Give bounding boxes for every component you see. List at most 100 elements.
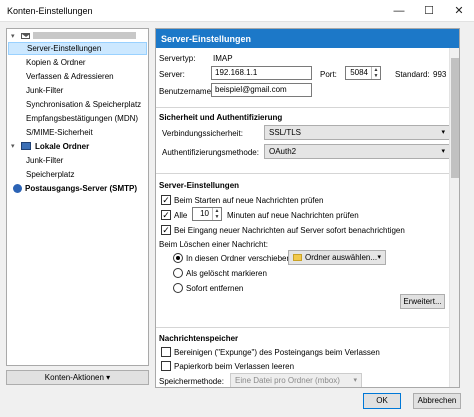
tree-item-smtp[interactable]: Postausgangs-Server (SMTP): [25, 182, 137, 195]
check-every-checkbox[interactable]: ✓: [161, 210, 171, 220]
tree-item-label: Postausgangs-Server (SMTP): [25, 184, 138, 193]
local-folders-icon: [21, 142, 31, 150]
default-port-label: Standard:: [395, 70, 430, 79]
check-on-start-checkbox[interactable]: ✓: [161, 195, 171, 205]
interval-stepper[interactable]: 10 ▲ ▼: [192, 207, 222, 221]
tree-item-label: Empfangsbestätigungen (MDN): [26, 114, 139, 123]
button-label: Konten-Aktionen: [44, 373, 104, 382]
divider: [156, 107, 451, 108]
server-type-label: Servertyp:: [159, 54, 196, 63]
tree-item-label: Lokale Ordner: [35, 142, 90, 151]
select-value: OAuth2: [269, 147, 297, 156]
select-value: SSL/TLS: [269, 128, 302, 137]
ok-button[interactable]: OK: [363, 393, 401, 409]
collapse-icon[interactable]: ▾: [11, 142, 15, 150]
push-notify-label: Bei Eingang neuer Nachrichten auf Server…: [174, 226, 405, 235]
move-to-folder-radio[interactable]: [173, 253, 183, 263]
server-type-value: IMAP: [213, 54, 233, 63]
check-every-label: Alle: [174, 211, 188, 220]
check-on-start-label: Beim Starten auf neue Nachrichten prüfen: [174, 196, 324, 205]
divider: [156, 173, 451, 174]
smtp-server-icon: [13, 184, 22, 193]
remove-now-radio[interactable]: [173, 283, 183, 293]
panel-header: Server-Einstellungen: [156, 29, 459, 48]
tree-item-label: Speicherplatz: [26, 170, 75, 179]
advanced-button[interactable]: Erweitert...: [400, 294, 445, 309]
empty-trash-label: Papierkorb beim Verlassen leeren: [174, 362, 295, 371]
panel-title: Server-Einstellungen: [161, 34, 252, 44]
button-label: Abbrechen: [417, 396, 457, 405]
spin-icon[interactable]: ▲ ▼: [212, 208, 221, 220]
tree-item-sync[interactable]: Synchronisation & Speicherplatz: [26, 98, 141, 111]
expunge-label: Bereinigen ("Expunge") des Posteingangs …: [174, 348, 380, 357]
port-value: 5084: [350, 68, 368, 77]
auth-method-label: Authentifizierungsmethode:: [162, 148, 259, 157]
connection-security-label: Verbindungssicherheit:: [162, 129, 243, 138]
vertical-scrollbar[interactable]: [449, 48, 459, 387]
select-value: Ordner auswählen...: [305, 253, 378, 262]
window-title: Konten-Einstellungen: [7, 6, 93, 16]
tree-item-copies-folders[interactable]: Kopien & Ordner: [26, 56, 86, 69]
tree-item-smime[interactable]: S/MIME-Sicherheit: [26, 126, 93, 139]
tree-item-label: Junk-Filter: [26, 86, 64, 95]
cancel-button[interactable]: Abbrechen: [413, 393, 461, 409]
tree-item-label: Kopien & Ordner: [26, 58, 86, 67]
username-input[interactable]: beispiel@gmail.com: [211, 83, 312, 97]
minutes-label: Minuten auf neue Nachrichten prüfen: [227, 211, 359, 220]
button-label: OK: [376, 396, 388, 405]
account-name-redacted[interactable]: [33, 32, 136, 39]
port-stepper[interactable]: 5084 ▲ ▼: [345, 66, 381, 80]
chevron-down-icon: ▾: [353, 377, 357, 384]
storage-method-label: Speichermethode:: [159, 377, 224, 386]
chevron-down-icon: ▾: [377, 254, 381, 261]
tree-item-junk[interactable]: Junk-Filter: [26, 84, 63, 97]
scrollbar-thumb[interactable]: [451, 58, 459, 178]
button-label: Erweitert...: [403, 297, 442, 306]
collapse-icon[interactable]: ▾: [11, 32, 15, 40]
account-tree[interactable]: ▾ Server-Einstellungen Kopien & Ordner V…: [6, 28, 149, 366]
close-icon[interactable]: ✕: [444, 0, 474, 22]
maximize-icon[interactable]: ☐: [414, 0, 444, 22]
move-to-folder-label: In diesen Ordner verschieben:: [186, 254, 294, 263]
storage-method-select[interactable]: Eine Datei pro Ordner (mbox) ▾: [230, 373, 362, 387]
chevron-down-icon: ▾: [441, 129, 445, 136]
divider: [156, 327, 451, 328]
folder-picker[interactable]: Ordner auswählen... ▾: [288, 250, 386, 265]
tree-item-receipts[interactable]: Empfangsbestätigungen (MDN): [26, 112, 138, 125]
tree-item-local-junk[interactable]: Junk-Filter: [26, 154, 63, 167]
tree-item-local-folders[interactable]: Lokale Ordner: [35, 140, 89, 153]
tree-item-server-settings[interactable]: Server-Einstellungen: [8, 42, 147, 55]
select-value: Eine Datei pro Ordner (mbox): [235, 376, 340, 385]
tree-item-label: Server-Einstellungen: [27, 44, 102, 53]
folder-icon: [293, 254, 302, 261]
expunge-checkbox[interactable]: [161, 347, 171, 357]
push-notify-checkbox[interactable]: ✓: [161, 225, 171, 235]
server-settings-section-title: Server-Einstellungen: [159, 181, 240, 190]
tree-item-label: Junk-Filter: [26, 156, 64, 165]
title-bar: Konten-Einstellungen — ☐ ✕: [0, 0, 474, 22]
tree-item-label: Verfassen & Adressieren: [26, 72, 114, 81]
delete-behavior-label: Beim Löschen einer Nachricht:: [159, 240, 268, 249]
mark-deleted-label: Als gelöscht markieren: [186, 269, 267, 278]
tree-item-composition[interactable]: Verfassen & Adressieren: [26, 70, 114, 83]
remove-now-label: Sofort entfernen: [186, 284, 244, 293]
chevron-down-icon: ▾: [441, 148, 445, 155]
mail-account-icon: [21, 33, 30, 39]
interval-value: 10: [200, 209, 209, 218]
tree-item-label: Synchronisation & Speicherplatz: [26, 100, 142, 109]
settings-panel: Server-Einstellungen Servertyp: IMAP Ser…: [155, 28, 460, 388]
account-actions-button[interactable]: Konten-Aktionen ▾: [6, 370, 149, 385]
connection-security-select[interactable]: SSL/TLS ▾: [264, 125, 450, 140]
auth-method-select[interactable]: OAuth2 ▾: [264, 144, 450, 159]
empty-trash-checkbox[interactable]: [161, 361, 171, 371]
minimize-icon[interactable]: —: [384, 0, 414, 22]
spin-icon[interactable]: ▲ ▼: [371, 67, 380, 79]
username-label: Benutzername:: [159, 87, 214, 96]
tree-item-local-storage[interactable]: Speicherplatz: [26, 168, 74, 181]
storage-section-title: Nachrichtenspeicher: [159, 334, 239, 343]
server-input[interactable]: 192.168.1.1: [211, 66, 312, 80]
port-label: Port:: [320, 70, 337, 79]
tree-item-label: S/MIME-Sicherheit: [26, 128, 93, 137]
mark-deleted-radio[interactable]: [173, 268, 183, 278]
default-port-value: 993: [433, 70, 447, 79]
